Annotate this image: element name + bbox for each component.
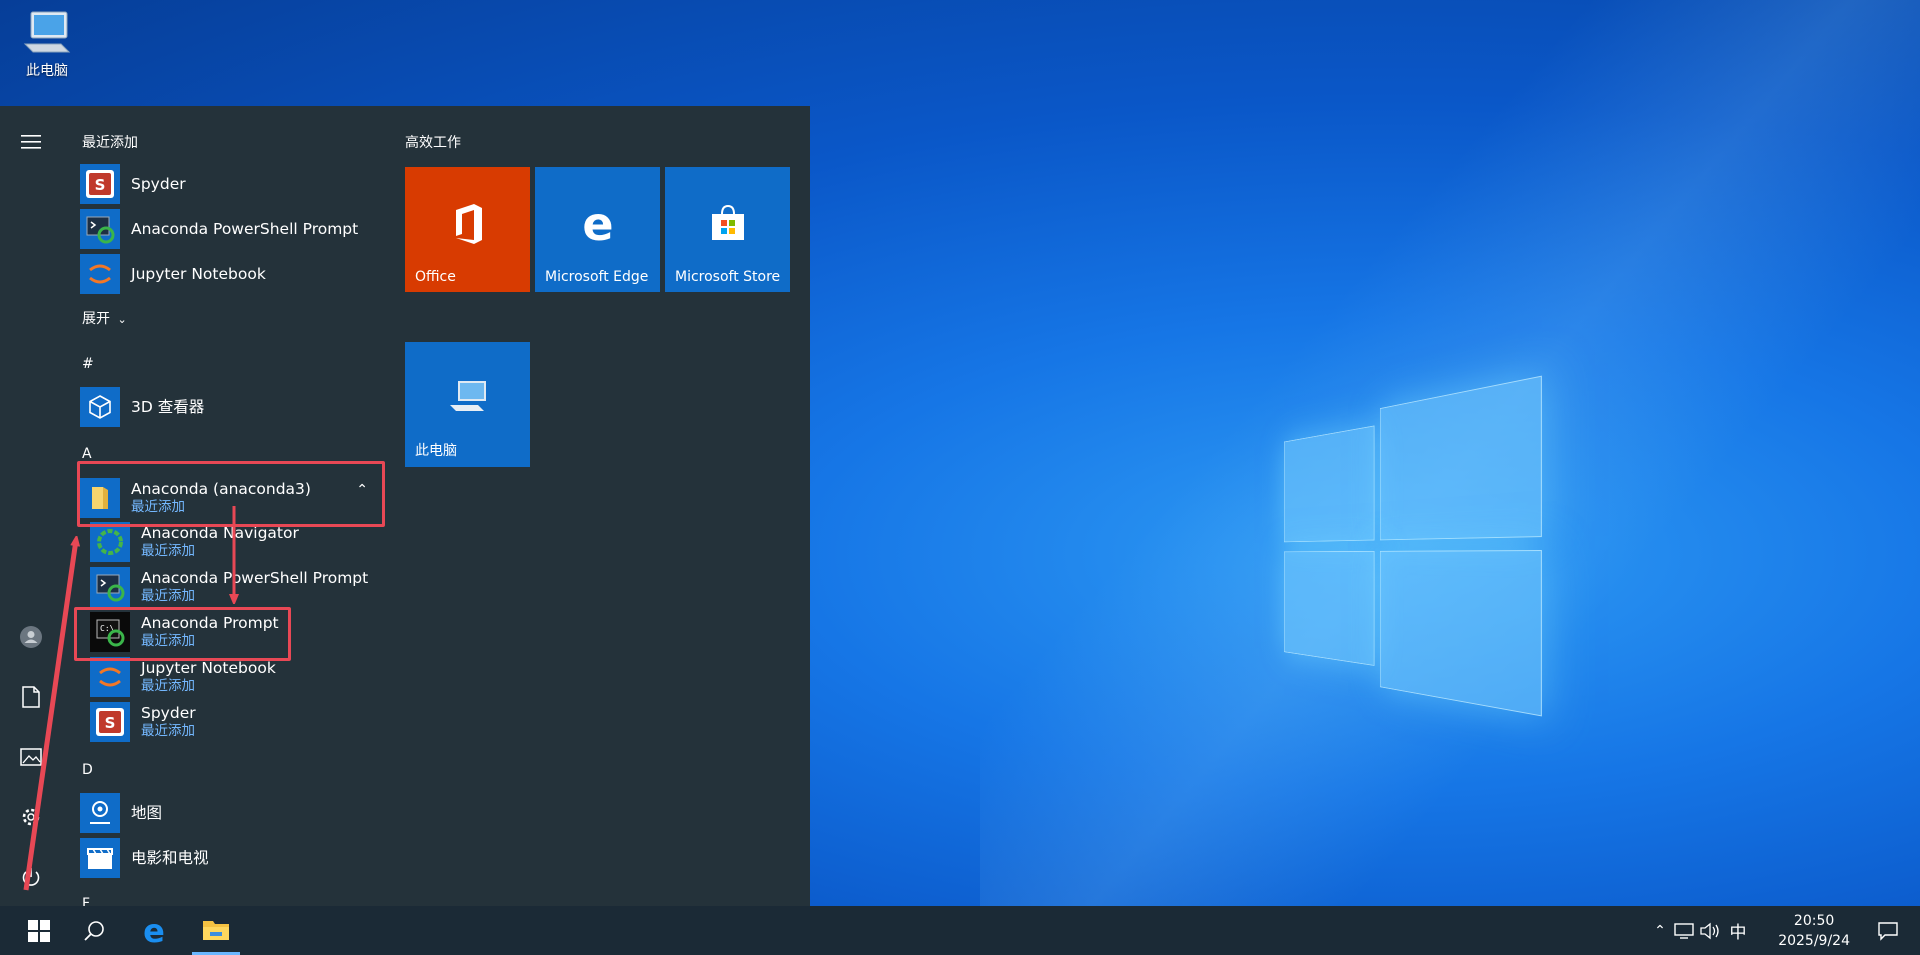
app-item-spyder[interactable]: S Spyder 最近添加 — [90, 700, 382, 744]
tile-label: Microsoft Store — [675, 269, 781, 285]
office-icon — [405, 202, 530, 246]
item-label: Spyder — [131, 175, 186, 193]
tile-label: 此电脑 — [415, 443, 457, 459]
tile-this-pc[interactable]: 此电脑 — [405, 342, 530, 467]
expand-toggle[interactable]: 展开 ⌄ — [82, 308, 127, 328]
file-explorer-icon[interactable] — [192, 906, 240, 955]
movies-tv-icon — [80, 838, 120, 878]
recent-item-jupyter[interactable]: Jupyter Notebook — [80, 252, 380, 296]
search-icon[interactable] — [70, 906, 118, 955]
svg-text:S: S — [95, 176, 106, 194]
recent-item-spyder[interactable]: S Spyder — [80, 162, 380, 206]
jupyter-icon — [90, 657, 130, 697]
network-icon[interactable] — [1672, 921, 1698, 941]
item-sublabel: 最近添加 — [141, 723, 195, 739]
expand-label: 展开 — [82, 311, 110, 327]
notifications-icon[interactable] — [1866, 906, 1910, 955]
tile-office[interactable]: Office — [405, 167, 530, 292]
documents-icon[interactable] — [12, 678, 50, 716]
annotation-box-anaconda-prompt — [74, 607, 291, 661]
item-label: 电影和电视 — [131, 849, 209, 867]
pictures-icon[interactable] — [12, 738, 50, 776]
computer-icon — [23, 11, 71, 53]
tile-label: Office — [415, 269, 456, 285]
clock-date: 2025/9/24 — [1778, 933, 1850, 949]
tile-label: Microsoft Edge — [545, 269, 649, 285]
volume-icon[interactable] — [1698, 921, 1724, 941]
ime-indicator[interactable]: 中 — [1724, 918, 1752, 943]
clock-time: 20:50 — [1793, 913, 1835, 929]
start-rail — [0, 106, 62, 906]
computer-icon — [405, 377, 530, 417]
group-letter-d[interactable]: D — [82, 762, 93, 778]
group-letter-f[interactable]: F — [82, 896, 90, 906]
item-label: Jupyter Notebook — [131, 265, 266, 283]
store-icon — [665, 202, 790, 246]
item-label: Jupyter Notebook — [141, 659, 276, 677]
taskbar: e ⌃ 中 20:50 2025/9/24 — [0, 906, 1920, 955]
app-item-movies-tv[interactable]: 电影和电视 — [80, 836, 380, 880]
svg-text:e: e — [143, 916, 165, 946]
tiles-header: 高效工作 — [405, 135, 461, 151]
power-icon[interactable] — [12, 858, 50, 896]
clock[interactable]: 20:50 2025/9/24 — [1778, 911, 1850, 951]
windows-icon — [28, 919, 50, 942]
item-sublabel: 最近添加 — [141, 543, 195, 559]
3d-viewer-icon — [80, 387, 120, 427]
group-letter-hash[interactable]: # — [82, 356, 94, 372]
app-item-3d-viewer[interactable]: 3D 查看器 — [80, 385, 380, 429]
desktop-icon-label: 此电脑 — [26, 63, 68, 79]
maps-icon — [80, 793, 120, 833]
item-label: Anaconda PowerShell Prompt — [131, 220, 359, 238]
app-item-jupyter[interactable]: Jupyter Notebook 最近添加 — [90, 655, 382, 699]
item-sublabel: 最近添加 — [141, 588, 195, 604]
hamburger-icon[interactable] — [12, 123, 50, 161]
item-label: Anaconda PowerShell Prompt — [141, 569, 369, 587]
windows-wallpaper-logo — [1190, 375, 1545, 735]
app-item-maps[interactable]: 地图 — [80, 791, 380, 835]
item-label: 地图 — [131, 804, 163, 822]
item-label: Spyder — [141, 704, 196, 722]
recent-header: 最近添加 — [82, 135, 138, 151]
navigator-icon — [90, 522, 130, 562]
item-sublabel: 最近添加 — [141, 678, 195, 694]
chevron-down-icon: ⌄ — [117, 313, 127, 326]
desktop-icon-this-pc[interactable]: 此电脑 — [16, 10, 78, 80]
svg-text:S: S — [105, 714, 116, 732]
group-letter-a[interactable]: A — [82, 446, 92, 462]
edge-icon: e — [535, 202, 660, 246]
user-icon[interactable] — [12, 618, 50, 656]
edge-icon[interactable]: e — [130, 906, 178, 955]
powershell-prompt-icon — [90, 567, 130, 607]
settings-icon[interactable] — [12, 798, 50, 836]
system-tray: ⌃ 中 — [1648, 906, 1752, 955]
chevron-up-icon[interactable]: ⌃ — [1648, 923, 1672, 939]
svg-text:e: e — [582, 202, 613, 246]
annotation-box-anaconda-folder — [77, 461, 385, 527]
tile-edge[interactable]: e Microsoft Edge — [535, 167, 660, 292]
app-item-anaconda-powershell-prompt[interactable]: Anaconda PowerShell Prompt 最近添加 — [90, 565, 382, 609]
tile-store[interactable]: Microsoft Store — [665, 167, 790, 292]
powershell-prompt-icon — [80, 209, 120, 249]
recent-item-powershell-prompt[interactable]: Anaconda PowerShell Prompt — [80, 207, 380, 251]
start-button[interactable] — [8, 906, 70, 955]
spyder-icon: S — [90, 702, 130, 742]
item-label: 3D 查看器 — [131, 398, 205, 416]
jupyter-icon — [80, 254, 120, 294]
spyder-icon: S — [80, 164, 120, 204]
